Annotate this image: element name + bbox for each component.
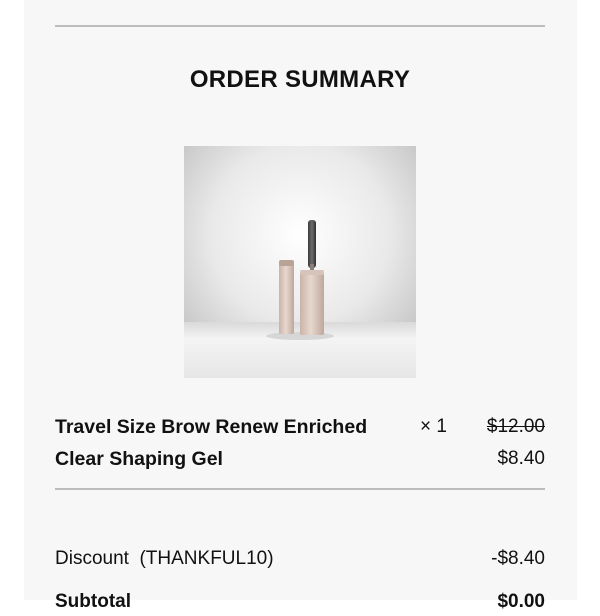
item-original-price: $12.00: [486, 416, 545, 437]
product-image: [184, 146, 416, 378]
item-divider: [55, 488, 545, 490]
subtotal-label: Subtotal: [55, 591, 131, 612]
product-photo-icon: [184, 146, 416, 378]
subtotal-value: $0.00: [497, 591, 545, 612]
discount-label: Discount (THANKFUL10): [55, 548, 274, 569]
discount-value: -$8.40: [491, 548, 545, 569]
item-quantity: × 1: [420, 416, 447, 437]
item-price: $8.40: [497, 448, 545, 469]
order-summary-title: ORDER SUMMARY: [189, 66, 411, 93]
item-name: Travel Size Brow Renew Enriched Clear Sh…: [55, 416, 368, 470]
top-divider: [55, 25, 545, 27]
